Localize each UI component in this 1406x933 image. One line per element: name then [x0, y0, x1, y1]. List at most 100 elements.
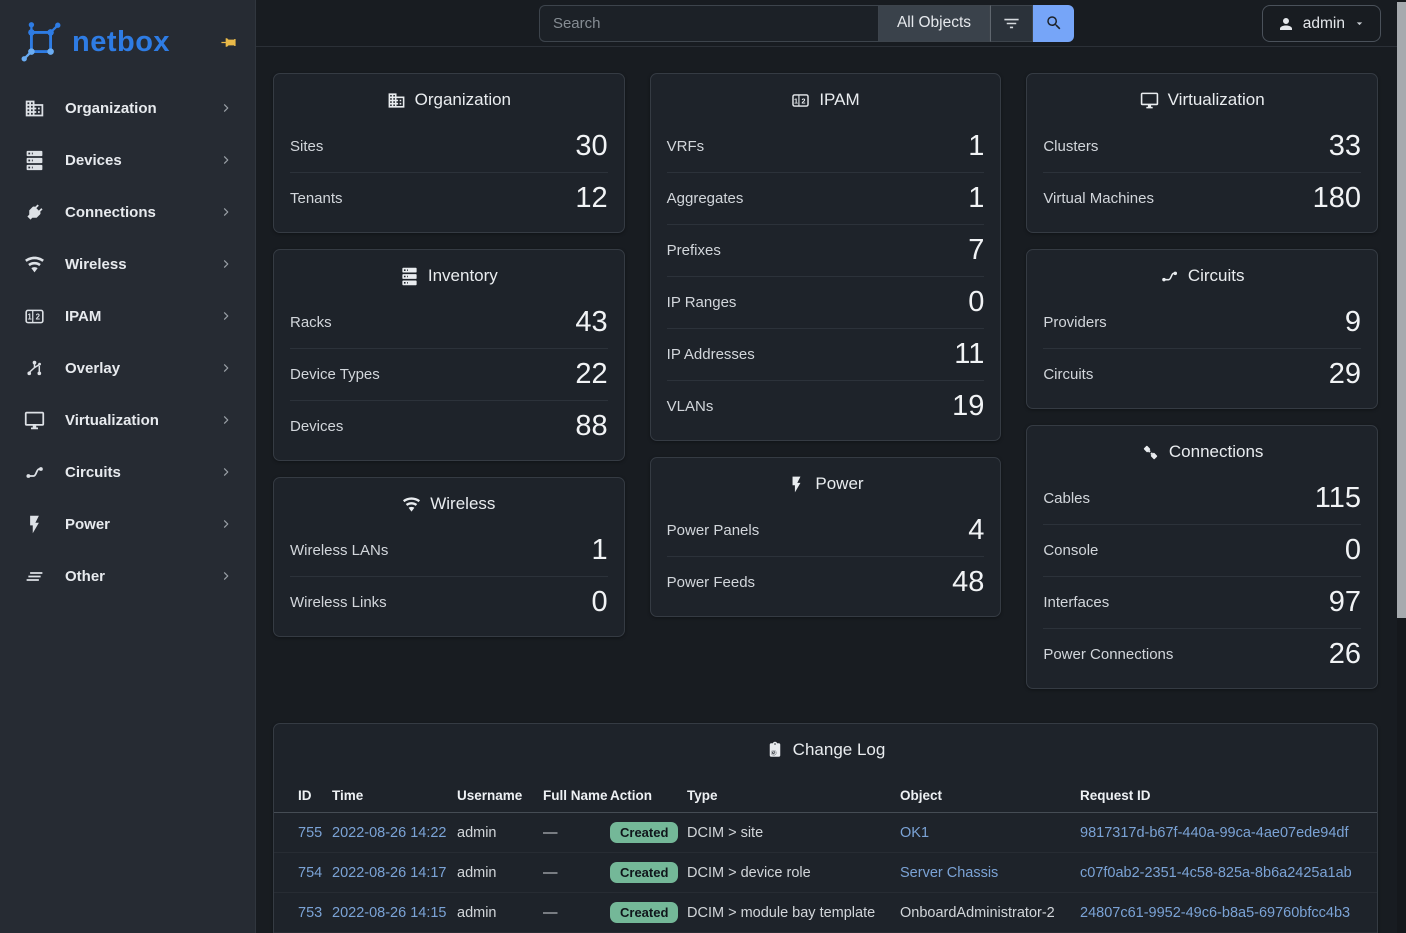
card-title-organization: Organization	[274, 74, 624, 120]
stat-power-connections[interactable]: Power Connections 26	[1043, 628, 1361, 680]
sidebar-item-label: Circuits	[65, 464, 121, 481]
filter-button[interactable]	[990, 5, 1033, 42]
stat-ip-ranges[interactable]: IP Ranges 0	[667, 276, 985, 328]
card-virtualization: Virtualization Clusters 33 Virtual Machi…	[1026, 73, 1378, 233]
cell-object-link[interactable]: OK1	[900, 825, 929, 841]
stat-cables[interactable]: Cables 115	[1043, 472, 1361, 524]
stat-device-types[interactable]: Device Types 22	[290, 348, 608, 400]
stat-ip-addresses[interactable]: IP Addresses 11	[667, 328, 985, 380]
stat-power-panels[interactable]: Power Panels 4	[667, 504, 985, 556]
dashboard-column: Organization Sites 30 Tenants 12 Invento…	[273, 73, 625, 637]
chevron-right-icon	[219, 569, 233, 583]
sidebar-item-label: Wireless	[65, 256, 127, 273]
counter-icon: 12	[24, 306, 45, 327]
cell-id-link[interactable]: 753	[298, 905, 322, 921]
sidebar-item-label: Virtualization	[65, 412, 159, 429]
stat-wireless-links[interactable]: Wireless Links 0	[290, 576, 608, 628]
cell-time-link[interactable]: 2022-08-26 14:17	[332, 865, 447, 881]
sidebar-item-connections[interactable]: Connections	[0, 192, 255, 232]
sidebar-item-wireless[interactable]: Wireless	[0, 244, 255, 284]
stat-value: 115	[1315, 484, 1361, 513]
chevron-right-icon	[219, 413, 233, 427]
sidebar-item-ipam[interactable]: 12 IPAM	[0, 296, 255, 336]
changelog-card: Change Log IDTimeUsernameFull NameAction…	[273, 723, 1378, 933]
card-inventory: Inventory Racks 43 Device Types 22 Devic…	[273, 249, 625, 461]
stat-vlans[interactable]: VLANs 19	[667, 380, 985, 432]
card-title-virtualization: Virtualization	[1027, 74, 1377, 120]
user-menu-button[interactable]: admin	[1262, 5, 1381, 42]
stat-console[interactable]: Console 0	[1043, 524, 1361, 576]
graph-icon	[24, 358, 45, 379]
sidebar-nav: Organization Devices Connections Wireles…	[0, 88, 255, 596]
svg-text:2: 2	[36, 312, 41, 321]
sidebar-item-power[interactable]: Power	[0, 504, 255, 544]
stat-label: Wireless Links	[290, 594, 387, 611]
cell-request-id-link[interactable]: c07f0ab2-2351-4c58-825a-8b6a2425a1ab	[1080, 865, 1352, 881]
cell-full-name: —	[543, 813, 610, 853]
dashboard-column: 12 IPAM VRFs 1 Aggregates 1 Prefixes 7 I…	[650, 73, 1002, 617]
sidebar-item-devices[interactable]: Devices	[0, 140, 255, 180]
cell-object: OnboardAdministrator-2	[900, 893, 1080, 933]
sidebar-item-organization[interactable]: Organization	[0, 88, 255, 128]
chevron-right-icon	[219, 153, 233, 167]
stat-prefixes[interactable]: Prefixes 7	[667, 224, 985, 276]
person-icon	[1277, 15, 1295, 33]
changelog-header-row: IDTimeUsernameFull NameActionTypeObjectR…	[274, 780, 1377, 813]
sidebar-item-other[interactable]: Other	[0, 556, 255, 596]
monitor-icon	[1140, 91, 1159, 110]
stat-devices[interactable]: Devices 88	[290, 400, 608, 452]
netbox-logo-icon[interactable]	[18, 19, 64, 65]
stat-vrfs[interactable]: VRFs 1	[667, 120, 985, 172]
stat-value: 88	[575, 412, 607, 441]
transit-icon	[1160, 267, 1179, 286]
main-area: All Objects admin Organization Sites	[256, 0, 1397, 933]
stat-value: 1	[592, 536, 608, 565]
sidebar-item-label: Other	[65, 568, 105, 585]
stat-circuits[interactable]: Circuits 29	[1043, 348, 1361, 400]
cell-id-link[interactable]: 755	[298, 825, 322, 841]
cell-request-id-link[interactable]: 24807c61-9952-49c6-b8a5-69760bfcc4b3	[1080, 905, 1350, 921]
changelog-col-time: Time	[332, 780, 457, 813]
cell-id-link[interactable]: 754	[298, 865, 322, 881]
stat-label: Circuits	[1043, 366, 1093, 383]
stat-sites[interactable]: Sites 30	[290, 120, 608, 172]
changelog-col-full-name: Full Name	[543, 780, 610, 813]
svg-text:1: 1	[794, 97, 798, 105]
stat-label: Providers	[1043, 314, 1106, 331]
sidebar-item-virtualization[interactable]: Virtualization	[0, 400, 255, 440]
scrollbar-thumb[interactable]	[1397, 2, 1406, 618]
stat-providers[interactable]: Providers 9	[1043, 296, 1361, 348]
stat-value: 0	[1345, 536, 1361, 565]
created-badge: Created	[610, 902, 678, 923]
stat-tenants[interactable]: Tenants 12	[290, 172, 608, 224]
brand-name[interactable]: netbox	[72, 26, 170, 59]
card-title-ipam: 12 IPAM	[651, 74, 1001, 120]
cell-time-link[interactable]: 2022-08-26 14:22	[332, 825, 447, 841]
cell-time-link[interactable]: 2022-08-26 14:15	[332, 905, 447, 921]
cell-object-link[interactable]: Server Chassis	[900, 865, 998, 881]
stat-racks[interactable]: Racks 43	[290, 296, 608, 348]
cell-request-id-link[interactable]: 9817317d-b67f-440a-99ca-4ae07ede94df	[1080, 825, 1348, 841]
stat-wireless-lans[interactable]: Wireless LANs 1	[290, 524, 608, 576]
sidebar: netbox Organization Devices Connections …	[0, 0, 256, 933]
monitor-icon	[24, 410, 45, 431]
page-scrollbar[interactable]	[1397, 0, 1406, 933]
stat-value: 180	[1313, 184, 1361, 213]
cell-username: admin	[457, 893, 543, 933]
stat-clusters[interactable]: Clusters 33	[1043, 120, 1361, 172]
stat-virtual-machines[interactable]: Virtual Machines 180	[1043, 172, 1361, 224]
stat-label: VRFs	[667, 138, 705, 155]
stat-value: 29	[1329, 360, 1361, 389]
svg-text:1: 1	[27, 312, 32, 321]
search-input[interactable]	[539, 5, 878, 42]
sidebar-item-overlay[interactable]: Overlay	[0, 348, 255, 388]
stat-label: Tenants	[290, 190, 343, 207]
sidebar-item-circuits[interactable]: Circuits	[0, 452, 255, 492]
stat-power-feeds[interactable]: Power Feeds 48	[667, 556, 985, 608]
search-button[interactable]	[1033, 5, 1074, 42]
stat-value: 22	[575, 360, 607, 389]
pin-icon[interactable]	[220, 34, 237, 51]
stat-aggregates[interactable]: Aggregates 1	[667, 172, 985, 224]
stat-interfaces[interactable]: Interfaces 97	[1043, 576, 1361, 628]
search-scope-button[interactable]: All Objects	[878, 5, 990, 42]
